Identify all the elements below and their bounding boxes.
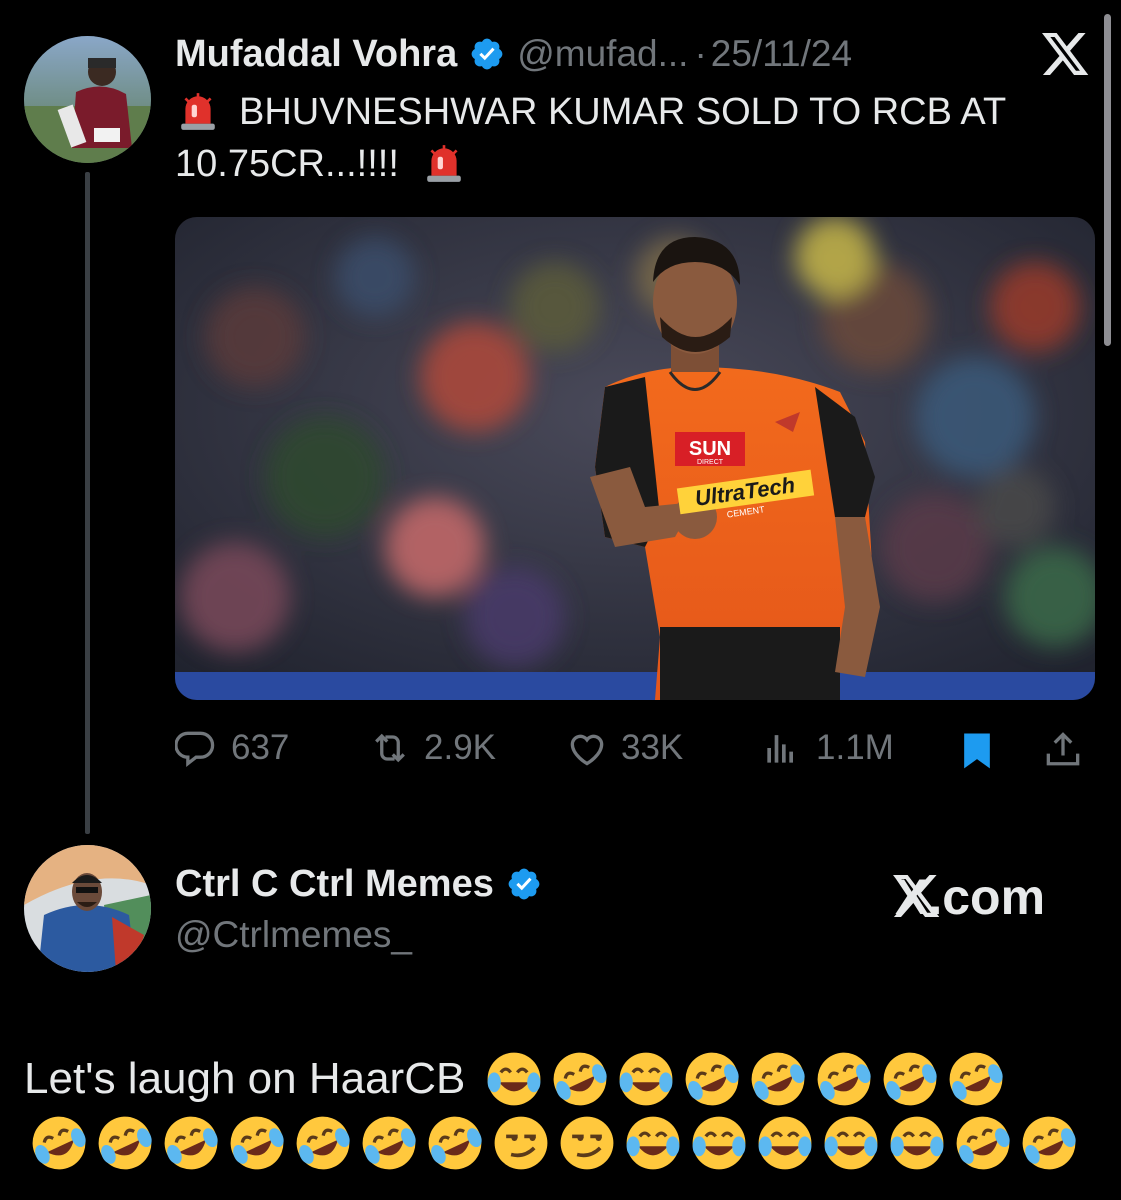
views-button[interactable]: 1.1M xyxy=(760,726,894,770)
heart-icon xyxy=(570,734,604,766)
tweet1-line2: 10.75CR...!!!! xyxy=(175,143,399,185)
smirk-emoji-icon xyxy=(494,1116,548,1170)
thread-line xyxy=(85,172,90,834)
rofl-emoji-icon xyxy=(817,1052,871,1106)
author-handle[interactable]: @mufad... xyxy=(517,33,688,75)
tweet1-line1: BHUVNESHWAR KUMAR SOLD TO RCB AT xyxy=(239,91,1007,133)
reply-icon xyxy=(175,731,215,767)
rofl-emoji-icon xyxy=(428,1116,482,1170)
dot-separator: · xyxy=(694,33,707,74)
rofl-emoji-icon xyxy=(1022,1116,1076,1170)
repost-icon xyxy=(375,733,405,763)
rofl-emoji-icon xyxy=(949,1052,1003,1106)
avatar-mufaddal[interactable] xyxy=(24,36,151,163)
tweet2-header: Ctrl C Ctrl Memes xyxy=(175,860,542,908)
cricket-player-photo: SUN DIRECT UltraTech CEMENT xyxy=(175,217,1095,700)
x-logo-icon[interactable] xyxy=(1042,33,1090,77)
police-siren-icon xyxy=(181,93,215,130)
verified-badge-icon xyxy=(471,38,503,70)
joy-emoji-icon xyxy=(619,1052,673,1106)
jersey-sponsor1: SUN xyxy=(689,438,731,460)
like-button[interactable]: 33K xyxy=(565,726,683,770)
emoji-row-2 xyxy=(26,1110,1082,1176)
rofl-emoji-icon xyxy=(230,1116,284,1170)
tweet1-text: BHUVNESHWAR KUMAR SOLD TO RCB AT 10.75CR… xyxy=(175,86,1095,190)
police-siren-icon xyxy=(427,145,462,182)
tweet1-action-bar: 637 2.9K 33K 1.1M xyxy=(175,726,1095,774)
reply-button[interactable]: 637 xyxy=(175,726,289,770)
joy-emoji-icon xyxy=(626,1116,680,1170)
rofl-emoji-icon xyxy=(164,1116,218,1170)
views-count: 1.1M xyxy=(816,728,894,767)
repost-button[interactable]: 2.9K xyxy=(368,726,496,770)
tweet2-text-line1: Let's laugh on HaarCB xyxy=(24,1046,1009,1112)
tweet1-header: Mufaddal Vohra @mufad... · 25/11/24 xyxy=(175,30,852,78)
tweet2-text: Let's laugh on HaarCB xyxy=(24,1054,466,1103)
verified-badge-icon xyxy=(508,868,540,900)
joy-emoji-icon xyxy=(487,1052,541,1106)
x-com-label: X.com xyxy=(895,869,1046,925)
scrollbar[interactable] xyxy=(1104,14,1111,346)
avatar-ctrlmemes[interactable] xyxy=(24,845,151,972)
rofl-emoji-icon xyxy=(296,1116,350,1170)
tweet-date[interactable]: 25/11/24 xyxy=(711,33,852,75)
rofl-emoji-icon xyxy=(956,1116,1010,1170)
emoji-row-1 xyxy=(481,1046,1009,1112)
rofl-emoji-icon xyxy=(32,1116,86,1170)
jersey-sponsor1-sub: DIRECT xyxy=(697,459,724,466)
joy-emoji-icon xyxy=(758,1116,812,1170)
rofl-emoji-icon xyxy=(685,1052,739,1106)
rofl-emoji-icon xyxy=(751,1052,805,1106)
smirk-emoji-icon xyxy=(560,1116,614,1170)
like-count: 33K xyxy=(621,728,684,767)
reply-count: 637 xyxy=(231,728,290,767)
repost-count: 2.9K xyxy=(424,728,496,767)
bookmark-icon[interactable] xyxy=(955,728,999,772)
share-icon[interactable] xyxy=(1041,728,1085,772)
tweet-media-image[interactable]: SUN DIRECT UltraTech CEMENT xyxy=(175,217,1095,700)
x-com-brand[interactable]: X.com xyxy=(893,868,1045,926)
rofl-emoji-icon xyxy=(362,1116,416,1170)
author-name[interactable]: Ctrl C Ctrl Memes xyxy=(175,863,494,906)
author-name[interactable]: Mufaddal Vohra xyxy=(175,33,457,76)
joy-emoji-icon xyxy=(890,1116,944,1170)
joy-emoji-icon xyxy=(692,1116,746,1170)
joy-emoji-icon xyxy=(824,1116,878,1170)
rofl-emoji-icon xyxy=(553,1052,607,1106)
rofl-emoji-icon xyxy=(98,1116,152,1170)
views-chart-icon xyxy=(767,735,793,763)
rofl-emoji-icon xyxy=(883,1052,937,1106)
author-handle[interactable]: @Ctrlmemes_ xyxy=(175,914,412,956)
